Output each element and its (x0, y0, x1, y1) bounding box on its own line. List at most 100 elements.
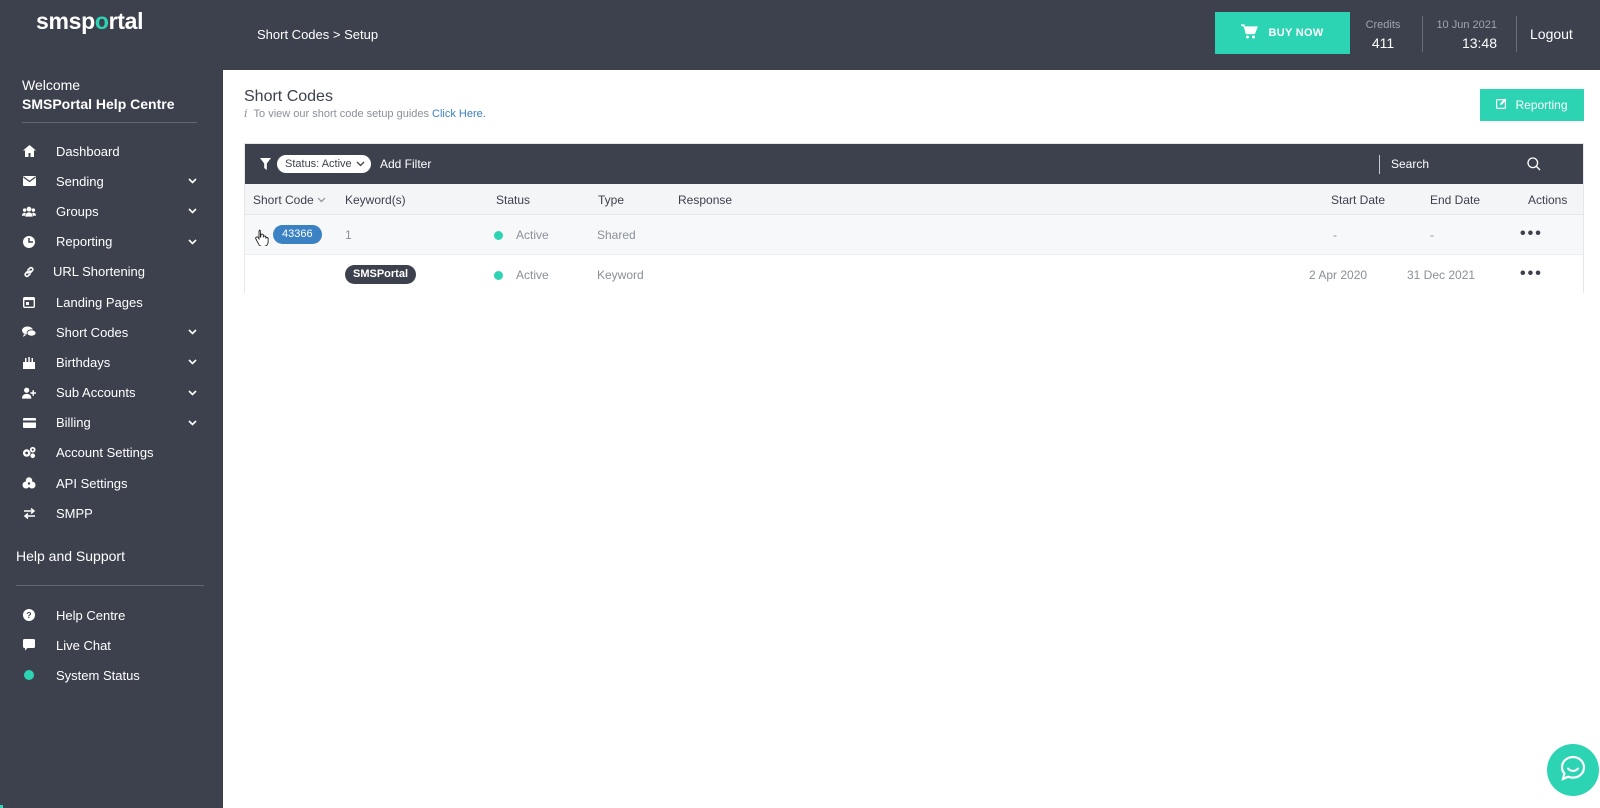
live-chat-launcher[interactable] (1547, 744, 1599, 796)
status-cell: Active (516, 228, 549, 242)
chevron-down-icon (187, 357, 197, 367)
user-plus-icon (22, 386, 36, 400)
chat-bubble-icon (1560, 755, 1586, 786)
chevron-down-icon (187, 388, 197, 398)
cart-icon (1241, 24, 1268, 42)
sidebar-item-label: Live Chat (56, 637, 111, 653)
users-icon (22, 204, 36, 218)
sidebar-item-birthdays[interactable]: Birthdays (0, 347, 223, 377)
add-filter-button[interactable]: Add Filter (380, 157, 431, 171)
search-input[interactable] (1391, 154, 1531, 174)
info-icon: i (244, 107, 248, 120)
sidebar-item-label: URL Shortening (53, 264, 146, 280)
filter-bar: Status: Active Add Filter (245, 144, 1583, 184)
credits-label: Credits (1365, 19, 1401, 31)
sidebar-item-label: Account Settings (56, 445, 154, 461)
sidebar: smsportal Welcome SMSPortal Help Centre … (0, 0, 223, 808)
start-date-cell: 2 Apr 2020 (1309, 268, 1368, 282)
sidebar-item-label: Help Centre (56, 607, 126, 623)
chat-bubbles-icon (22, 325, 36, 339)
chevron-down-icon (187, 206, 197, 216)
sidebar-item-help-centre[interactable]: ? Help Centre (0, 600, 223, 630)
chevron-down-icon (187, 418, 197, 428)
sidebar-item-system-status[interactable]: System Status (0, 660, 223, 690)
envelope-icon (22, 174, 36, 188)
hand-cursor-icon (255, 229, 269, 249)
sidebar-item-url-shortening[interactable]: URL Shortening (0, 257, 223, 287)
more-actions-icon[interactable]: ••• (1520, 225, 1543, 243)
chevron-down-icon (187, 327, 197, 337)
status-active-dot (494, 271, 503, 280)
column-header-actions: Actions (1528, 193, 1568, 207)
sidebar-item-short-codes[interactable]: Short Codes (0, 317, 223, 347)
start-date-cell: - (1333, 228, 1337, 242)
sidebar-item-dashboard[interactable]: Dashboard (0, 136, 223, 166)
link-icon (22, 265, 36, 279)
page-title: Short Codes (244, 88, 333, 105)
column-header-end-date: End Date (1430, 193, 1481, 207)
sidebar-item-label: Sub Accounts (56, 385, 136, 401)
sidebar-item-groups[interactable]: Groups (0, 196, 223, 226)
sidebar-item-label: Birthdays (56, 354, 111, 370)
chevron-down-icon (317, 193, 326, 207)
smsportal-logo[interactable]: smsportal (36, 8, 144, 35)
topbar-divider (1516, 16, 1517, 52)
datetime-display: 10 Jun 2021 13:48 (1419, 19, 1497, 51)
search-divider (1379, 155, 1380, 174)
table-row[interactable]: SMSPortal Active Keyword 2 Apr 2020 31 D… (245, 255, 1583, 295)
sidebar-item-smpp[interactable]: SMPP (0, 498, 223, 528)
sidebar-item-live-chat[interactable]: Live Chat (0, 630, 223, 660)
column-header-start-date: Start Date (1331, 193, 1386, 207)
sidebar-item-label: Landing Pages (56, 294, 143, 310)
page-icon (22, 295, 36, 309)
table-row[interactable]: 43366 1 Active Shared - - ••• (245, 215, 1583, 255)
keyword-badge[interactable]: SMSPortal (345, 265, 417, 284)
cogs-icon (22, 446, 36, 460)
org-name: SMSPortal Help Centre (22, 96, 175, 112)
short-codes-table: Status: Active Add Filter Short Code Key… (244, 143, 1584, 295)
sidebar-item-label: API Settings (56, 475, 128, 491)
chevron-down-icon (356, 155, 365, 179)
column-header-status: Status (496, 193, 531, 207)
type-cell: Shared (597, 228, 636, 242)
breadcrumb: Short Codes > Setup (257, 27, 379, 42)
buy-now-label: BUY NOW (1268, 27, 1324, 39)
chevron-down-icon (187, 176, 197, 186)
api-icon (22, 476, 36, 490)
sidebar-item-label: Reporting (56, 234, 113, 250)
sidebar-item-label: Dashboard (56, 143, 120, 159)
cake-icon (22, 355, 36, 369)
sidebar-item-reporting[interactable]: Reporting (0, 227, 223, 257)
exchange-icon (22, 506, 36, 520)
svg-text:?: ? (26, 610, 31, 620)
column-label: Short Code (253, 193, 314, 207)
end-date-cell: 31 Dec 2021 (1407, 268, 1476, 282)
sidebar-divider (16, 585, 204, 586)
chat-icon (22, 638, 36, 652)
home-icon (22, 144, 36, 158)
credits-value: 411 (1371, 35, 1395, 51)
setup-guides-link[interactable]: Click Here. (432, 108, 486, 120)
more-actions-icon[interactable]: ••• (1520, 265, 1543, 283)
welcome-label: Welcome (22, 77, 81, 93)
column-header-short-code[interactable]: Short Code (253, 193, 326, 207)
sidebar-item-api-settings[interactable]: API Settings (0, 468, 223, 498)
help-support-title: Help and Support (16, 548, 125, 564)
sidebar-item-landing-pages[interactable]: Landing Pages (0, 287, 223, 317)
filter-icon[interactable] (260, 157, 271, 175)
sidebar-divider (22, 122, 197, 123)
buy-now-button[interactable]: BUY NOW (1215, 12, 1350, 54)
sidebar-item-label: System Status (56, 667, 140, 683)
short-code-badge[interactable]: 43366 (273, 225, 322, 244)
column-header-response: Response (678, 193, 733, 207)
search-icon[interactable] (1527, 157, 1541, 176)
sidebar-item-billing[interactable]: Billing (0, 408, 223, 438)
sidebar-item-sub-accounts[interactable]: Sub Accounts (0, 378, 223, 408)
sidebar-item-sending[interactable]: Sending (0, 166, 223, 196)
status-filter-chip[interactable]: Status: Active (277, 155, 371, 173)
status-cell: Active (516, 268, 549, 282)
sidebar-item-account-settings[interactable]: Account Settings (0, 438, 223, 468)
logout-link[interactable]: Logout (1530, 26, 1573, 42)
reporting-button[interactable]: Reporting (1480, 89, 1584, 121)
column-header-keywords: Keyword(s) (345, 193, 406, 207)
